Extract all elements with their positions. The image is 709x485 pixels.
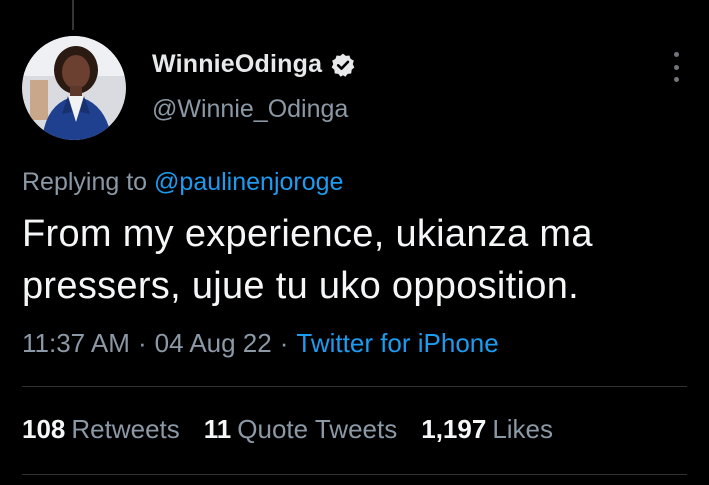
reply-mention-link[interactable]: @paulinenjoroge	[154, 168, 343, 196]
engagement-stats: 108 Retweets 11 Quote Tweets 1,197 Likes	[22, 414, 553, 445]
author-handle[interactable]: @Winnie_Odinga	[152, 95, 348, 124]
more-options-icon[interactable]	[668, 52, 684, 82]
divider	[22, 386, 687, 387]
tweet-date[interactable]: 04 Aug 22	[155, 328, 272, 358]
quote-tweets-label: Quote Tweets	[237, 414, 398, 444]
replying-to: Replying to @paulinenjoroge	[22, 168, 343, 197]
likes-label: Likes	[492, 414, 554, 444]
author-display-name[interactable]: WinnieOdinga	[152, 50, 322, 79]
quote-tweets-count: 11	[203, 414, 232, 444]
avatar-photo	[22, 36, 126, 140]
author-name-row[interactable]: WinnieOdinga	[152, 50, 356, 79]
quote-tweets-stat[interactable]: 11 Quote Tweets	[204, 414, 397, 445]
verified-badge-icon	[330, 52, 356, 78]
thread-connector-line	[72, 0, 74, 30]
meta-separator: ·	[137, 328, 147, 358]
avatar[interactable]	[22, 36, 126, 140]
tweet-time[interactable]: 11:37 AM	[22, 328, 130, 358]
tweet-text: From my experience, ukianza ma pressers,…	[22, 213, 593, 307]
retweets-count: 108	[22, 414, 66, 444]
meta-separator: ·	[279, 328, 289, 358]
tweet-source-link[interactable]: Twitter for iPhone	[296, 328, 498, 358]
replying-to-prefix: Replying to	[22, 168, 148, 196]
retweets-stat[interactable]: 108 Retweets	[22, 414, 180, 445]
likes-stat[interactable]: 1,197 Likes	[421, 414, 553, 445]
likes-count: 1,197	[421, 414, 487, 444]
divider	[22, 474, 687, 475]
tweet-metadata: 11:37 AM · 04 Aug 22 · Twitter for iPhone	[22, 328, 499, 359]
retweets-label: Retweets	[71, 414, 180, 444]
